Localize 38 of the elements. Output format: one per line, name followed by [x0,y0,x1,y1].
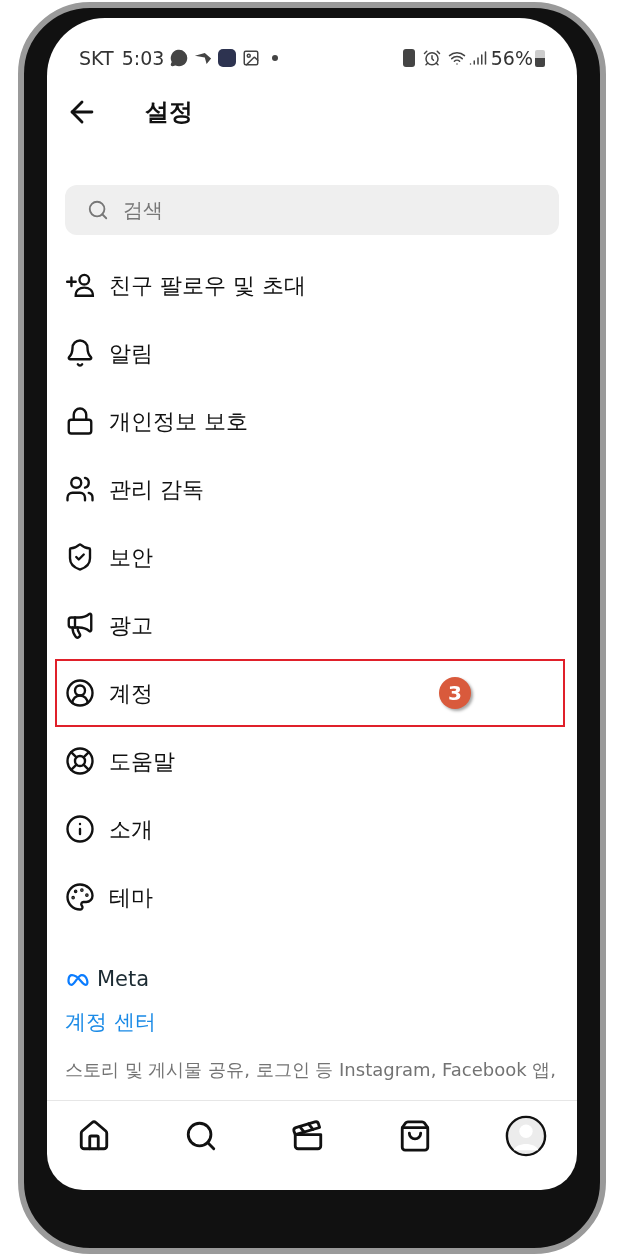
megaphone-icon [65,610,95,640]
bell-icon [65,338,95,368]
alarm-icon [422,49,441,67]
battery-text: 56% [490,45,533,71]
search-field[interactable]: 검색 [65,185,559,235]
meta-brand-text: Meta [97,966,150,994]
settings-item[interactable]: 테마 [55,863,565,931]
home-icon[interactable] [77,1118,111,1153]
settings-item[interactable]: 친구 팔로우 및 초대 [55,251,565,319]
settings-item[interactable]: 계정 3 [55,659,565,727]
chat-app-icon [170,49,189,67]
settings-item[interactable]: 도움말 [55,727,565,795]
palette-icon [65,882,95,912]
signal-icon [468,49,487,67]
wifi-icon [446,49,467,67]
settings-item[interactable]: 광고 [55,591,565,659]
shopping-bag-icon[interactable] [398,1118,432,1153]
info-icon [65,814,95,844]
settings-item[interactable]: 소개 [55,795,565,863]
lifebuoy-icon [65,746,95,776]
settings-item[interactable]: 관리 감독 [55,455,565,523]
user-circle-icon [65,678,95,708]
accounts-center-link[interactable]: 계정 센터 [65,1007,156,1039]
image-icon [242,49,261,67]
lock-icon [65,406,95,436]
settings-item[interactable]: 보안 [55,523,565,591]
settings-item[interactable]: 알림 [55,319,565,387]
battery-icon [535,49,545,67]
settings-item[interactable]: 개인정보 보호 [55,387,565,455]
page-title: 설정 [145,97,193,128]
clock-text: 5:03 [121,45,165,71]
accounts-center-description: 스토리 및 게시물 공유, 로그인 등 Instagram, Facebook 앱, [64,1058,558,1082]
people-icon [65,474,95,504]
step-badge: 3 [439,677,471,709]
profile-avatar-icon[interactable] [505,1114,547,1157]
search-icon [87,199,109,221]
video-icon[interactable] [291,1118,325,1153]
carrier-text: SKT [79,45,114,71]
